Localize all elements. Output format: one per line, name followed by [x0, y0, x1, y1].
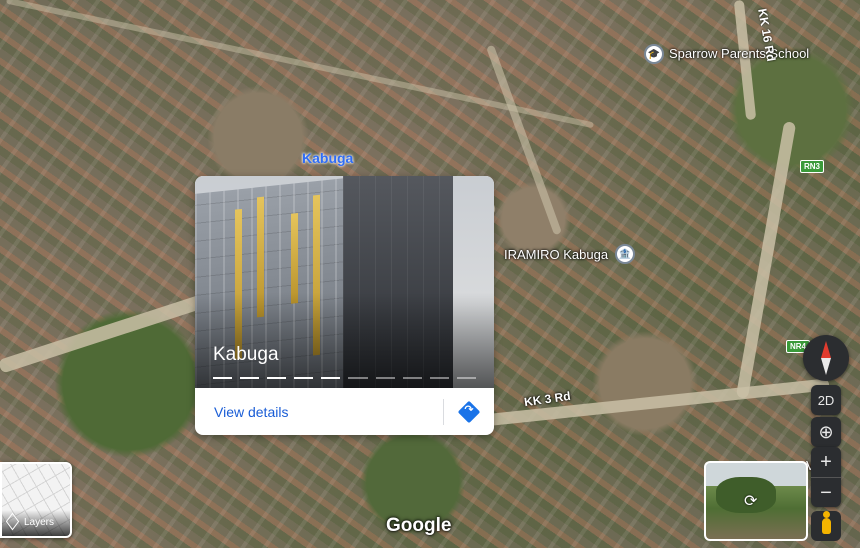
- kabuga-map-label[interactable]: Kabuga: [302, 150, 353, 166]
- layers-label: Layers: [24, 517, 55, 528]
- route-shield: RN3: [800, 160, 825, 173]
- zoom-out-button[interactable]: −: [811, 478, 841, 508]
- zoom-in-button[interactable]: +: [811, 447, 841, 477]
- road: [486, 44, 562, 236]
- road: [5, 0, 595, 129]
- pegman-button[interactable]: [811, 511, 841, 541]
- road: [735, 121, 797, 399]
- divider: [443, 398, 444, 425]
- directions-button[interactable]: ↷: [457, 400, 481, 423]
- bank-icon[interactable]: 🏦: [615, 244, 635, 264]
- photo-indicator-segment[interactable]: [321, 377, 341, 379]
- photo-indicator-segment[interactable]: [429, 377, 449, 379]
- toggle-2d-button[interactable]: 2D: [811, 385, 841, 415]
- arrow-icon: ↷: [464, 403, 474, 416]
- rotate-360-icon: ⟳: [744, 493, 758, 510]
- photo-indicator[interactable]: [213, 377, 476, 379]
- school-label[interactable]: Sparrow Parents School: [669, 46, 809, 61]
- zoom-control: + −: [811, 447, 841, 507]
- street-view-thumbnail[interactable]: ⟳: [704, 461, 808, 541]
- layers-button[interactable]: Layers: [0, 462, 72, 538]
- photo-indicator-segment[interactable]: [402, 377, 422, 379]
- crosshair-icon: ⊕: [818, 421, 834, 442]
- pegman-icon: [821, 511, 831, 534]
- compass-north-icon: [821, 341, 831, 358]
- compass-south-icon: [821, 358, 831, 375]
- photo-indicator-segment[interactable]: [240, 377, 260, 379]
- school-icon[interactable]: 🎓: [644, 44, 664, 64]
- view-details-link[interactable]: View details: [214, 404, 443, 420]
- photo-indicator-segment[interactable]: [294, 377, 314, 379]
- photo-indicator-segment[interactable]: [267, 377, 287, 379]
- place-card[interactable]: Kabuga View details ↷: [195, 176, 494, 435]
- my-location-button[interactable]: ⊕: [811, 417, 841, 447]
- google-logo: Google: [386, 515, 452, 536]
- photo-indicator-segment[interactable]: [456, 377, 476, 379]
- card-footer: View details ↷: [195, 388, 494, 435]
- place-title: Kabuga: [213, 344, 279, 365]
- place-photo[interactable]: Kabuga: [195, 176, 494, 388]
- photo-indicator-segment[interactable]: [375, 377, 395, 379]
- iramiro-label[interactable]: IRAMIRO Kabuga: [504, 247, 608, 262]
- compass-button[interactable]: [803, 335, 849, 381]
- photo-indicator-segment[interactable]: [213, 377, 233, 379]
- photo-indicator-segment[interactable]: [348, 377, 368, 379]
